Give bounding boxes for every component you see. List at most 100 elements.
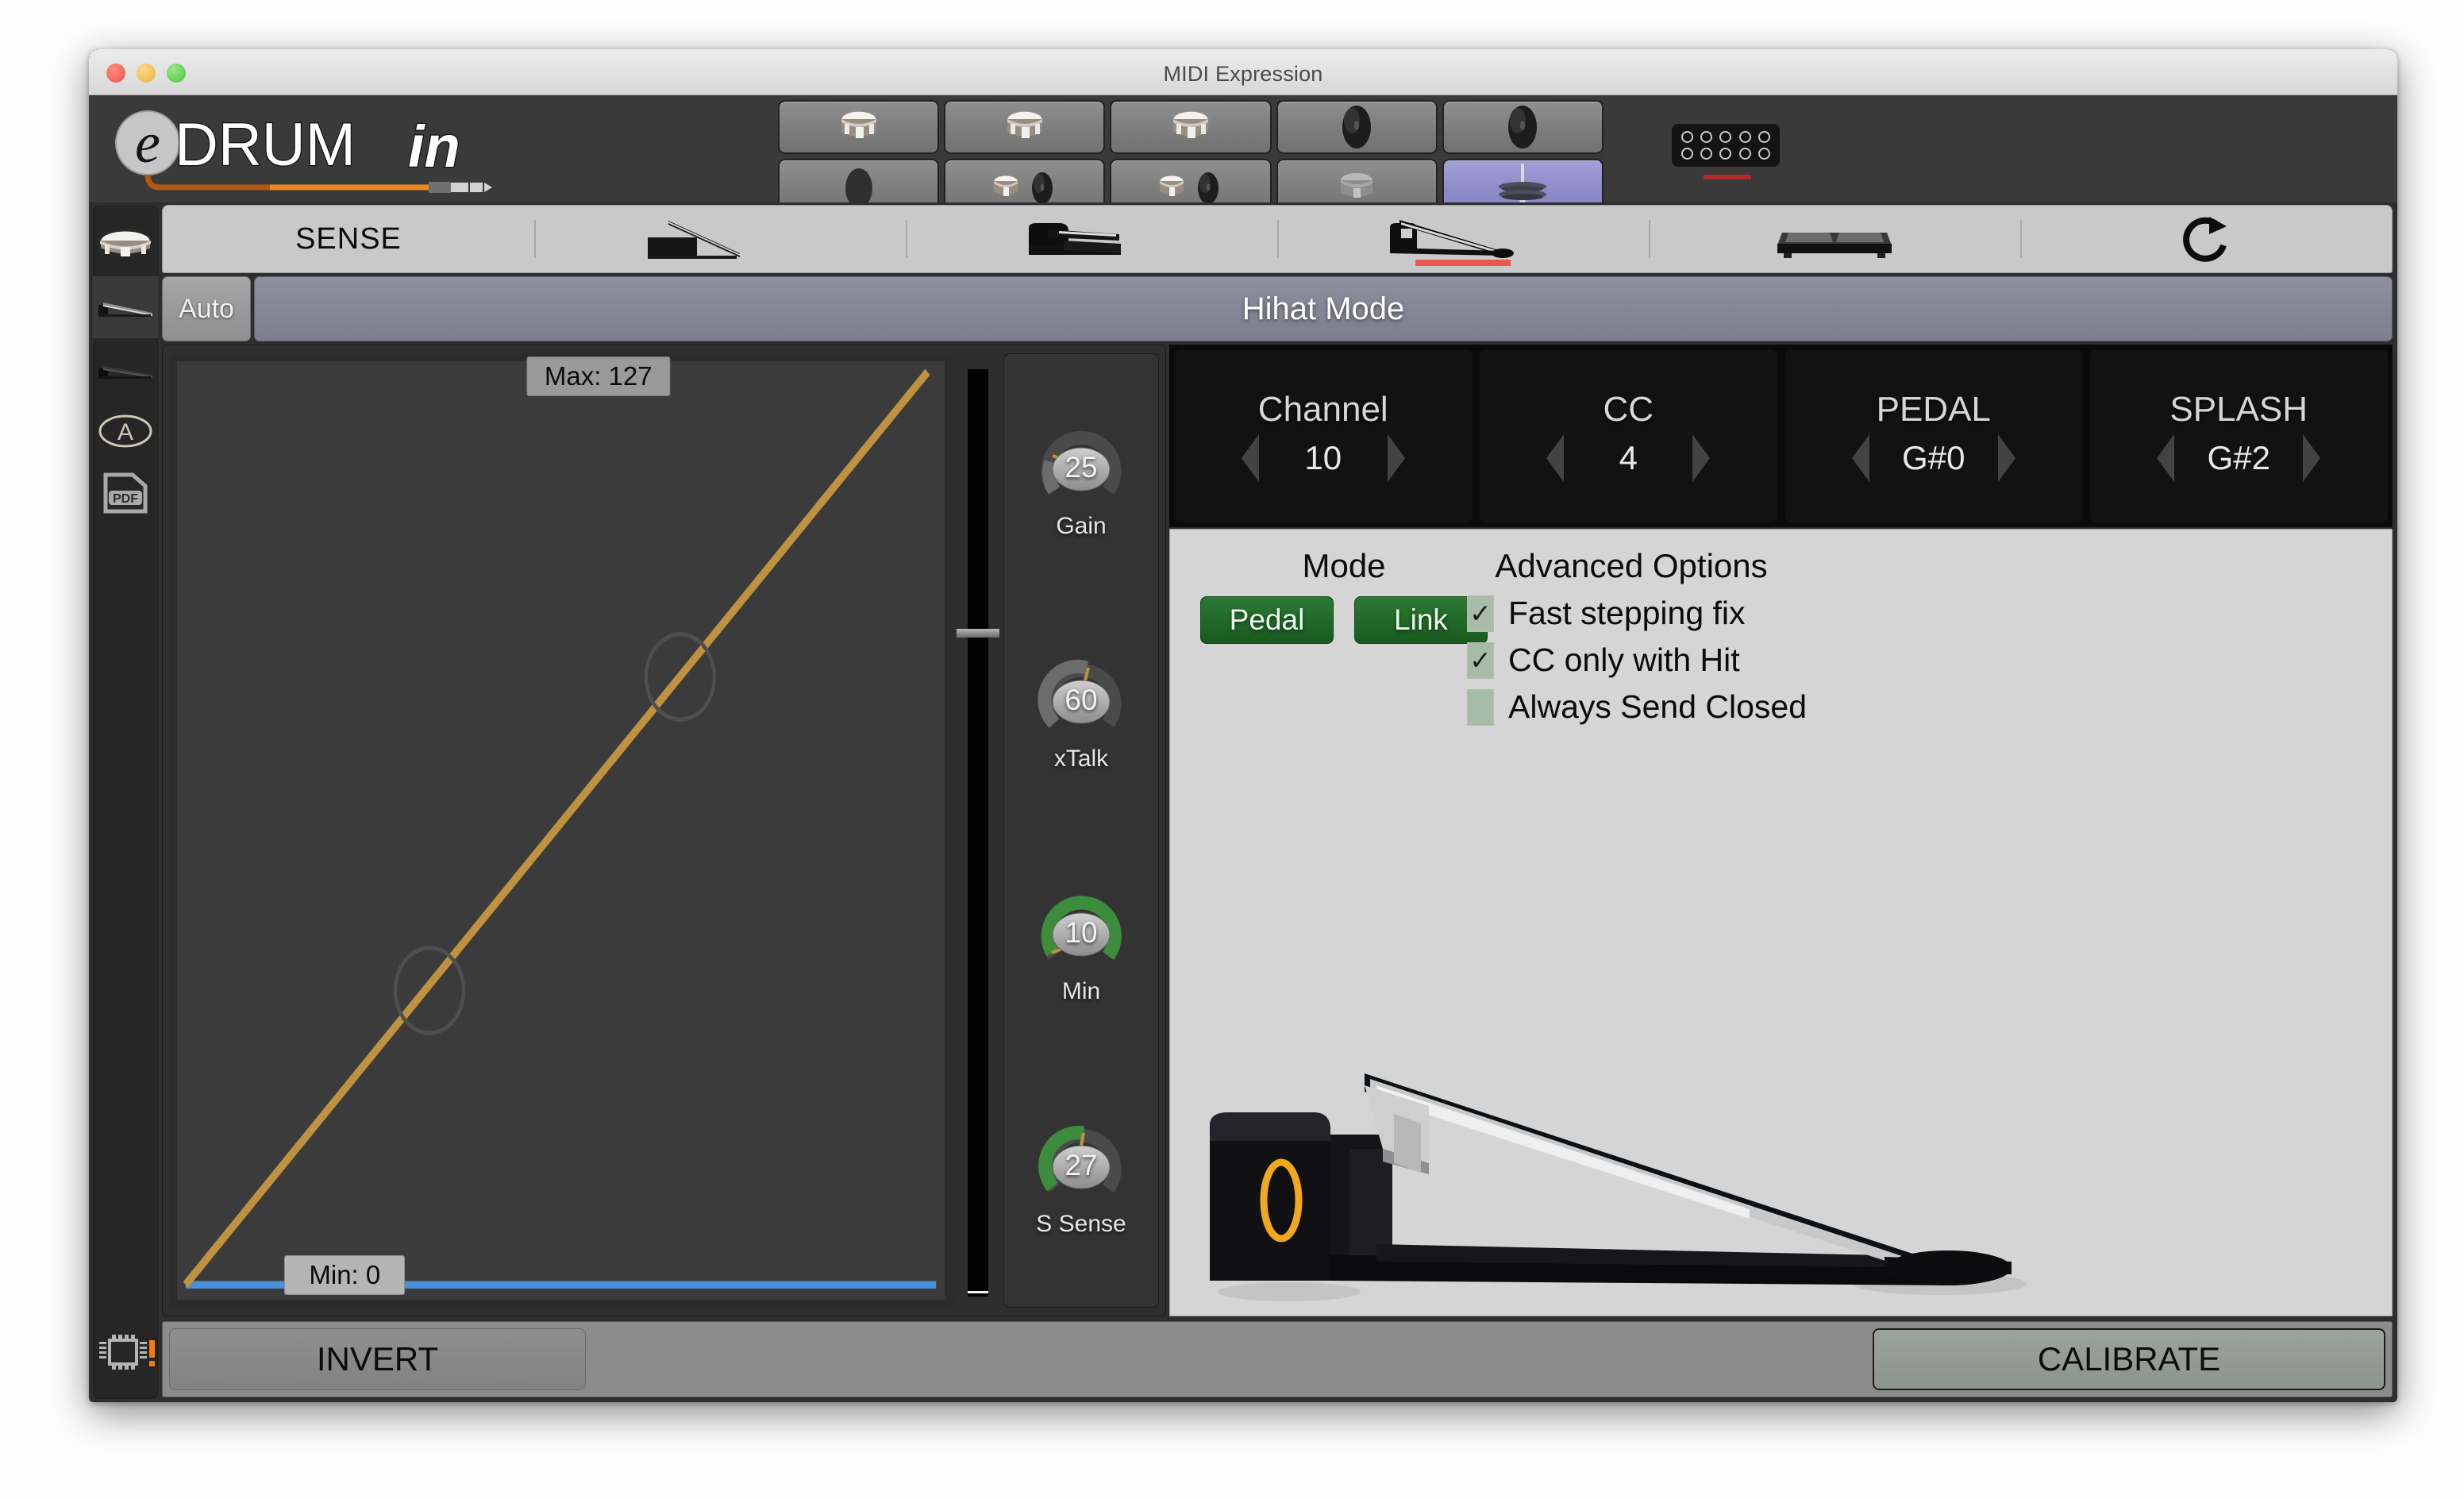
content-area: Max: 127 Min: 0 25 Gain 60 xTalk 10 Min … [162, 345, 2393, 1316]
gain-knob[interactable]: 25 Gain [1038, 424, 1125, 540]
midi-settings-row: Channel 10 CC 4 PEDAL G#0 SPLASH G#2 [1169, 345, 2393, 527]
pedal-decrement-arrow[interactable] [1851, 434, 1869, 482]
gain-knob-label: Gain [1056, 512, 1107, 539]
calibrate-button[interactable]: CALIBRATE [1873, 1328, 2385, 1390]
tab-switch[interactable] [1649, 206, 2020, 272]
channel-stepper[interactable]: Channel 10 [1174, 349, 1473, 522]
splash-stepper[interactable]: SPLASH G#2 [2089, 349, 2388, 522]
min-knob-dial[interactable] [1038, 889, 1125, 977]
led-status-bar [1704, 175, 1751, 179]
pad-1-drum[interactable] [778, 100, 940, 154]
pad-2-drum[interactable] [944, 100, 1106, 154]
pad-4-cymbal[interactable] [1276, 100, 1438, 154]
snare-drum-icon [1007, 110, 1043, 138]
tab-pedal-flat[interactable] [534, 206, 906, 272]
dual-switch-icon [1777, 233, 1892, 258]
curve-max-label[interactable]: Max: 127 [526, 356, 671, 396]
led-indicator [1700, 148, 1713, 160]
advanced-options-heading: Advanced Options [1495, 547, 1768, 584]
hihat-mode-title[interactable]: Hihat Mode [254, 276, 2393, 341]
sidebar-item-auto[interactable]: A [93, 400, 158, 462]
svg-text:A: A [117, 419, 133, 445]
pedal-icon [98, 366, 152, 379]
sense-tabstrip[interactable]: SENSE [162, 205, 2393, 273]
led-indicator [1681, 148, 1693, 160]
always-send-closed-label: Always Send Closed [1508, 688, 1808, 725]
cc-stepper[interactable]: CC 4 [1479, 349, 1777, 522]
tab-pedal-open[interactable] [1277, 206, 1649, 272]
pedal-open-icon [1390, 220, 1514, 258]
curve-plot [183, 368, 937, 1289]
hihat-pedal-illustration: 0 [1210, 1073, 2027, 1301]
svg-text:DRUM: DRUM [175, 111, 356, 179]
tab-refresh[interactable] [2020, 206, 2392, 272]
xtalk-knob-dial[interactable] [1038, 657, 1125, 744]
level-slider-track[interactable] [957, 369, 999, 1297]
channel-decrement-arrow[interactable] [1241, 434, 1259, 482]
always-send-closed-checkbox[interactable] [1467, 688, 1494, 726]
ssense-knob-dial[interactable] [1038, 1122, 1125, 1209]
level-slider[interactable] [957, 353, 999, 1308]
options-panel: Mode Pedal Link Advanced Options ✓ Fast … [1169, 529, 2393, 1316]
mode-section: Mode Pedal Link [1200, 547, 1488, 644]
circle-a-icon: A [98, 414, 152, 448]
channel-increment-arrow[interactable] [1387, 434, 1405, 482]
snare-drum-icon [98, 229, 152, 256]
channel-value: 10 [1304, 439, 1342, 476]
window-title: MIDI Expression [1163, 62, 1323, 86]
xtalk-knob[interactable]: 60 xTalk [1038, 657, 1125, 773]
mode-pedal-button[interactable]: Pedal [1200, 596, 1334, 644]
sidebar-item-firmware[interactable] [93, 1322, 158, 1384]
curve-min-label[interactable]: Min: 0 [284, 1255, 406, 1295]
pedal-icon [98, 302, 152, 317]
velocity-curve-graph[interactable]: Max: 127 Min: 0 [169, 353, 953, 1308]
led-indicator [1719, 148, 1732, 160]
option-always-send-closed[interactable]: Always Send Closed [1456, 688, 1807, 726]
left-sidebar: A PDF [89, 202, 160, 1402]
main-content: SENSE Auto Hihat Mode Max: 127 Min: 0 25… [160, 202, 2397, 1402]
splash-decrement-arrow[interactable] [2157, 434, 2175, 482]
pedal-increment-arrow[interactable] [1997, 434, 2015, 482]
cymbal-icon [1342, 106, 1372, 148]
pedal-title: PEDAL [1876, 390, 1991, 429]
led-indicator [1738, 148, 1751, 160]
sidebar-item-pedal-2[interactable] [93, 338, 158, 400]
level-slider-thumb[interactable] [957, 629, 999, 638]
ssense-knob[interactable]: 27 S Sense [1036, 1122, 1126, 1238]
advanced-options-section: Advanced Options Fast stepping fix CC on… [1456, 547, 1807, 726]
ssense-knob-label: S Sense [1036, 1210, 1126, 1237]
option-fast-stepping-fix[interactable]: Fast stepping fix [1456, 595, 1807, 632]
pedal-down-icon [1029, 223, 1121, 255]
led-indicator-panel [1672, 124, 1780, 167]
sidebar-item-drum[interactable] [93, 214, 158, 276]
cc-only-with-hit-label: CC only with Hit [1508, 642, 1740, 678]
option-cc-only-with-hit[interactable]: CC only with Hit [1456, 642, 1807, 679]
auto-button[interactable]: Auto [162, 276, 251, 341]
sidebar-item-pdf[interactable]: PDF [93, 462, 158, 524]
pad-5-cymbal[interactable] [1442, 100, 1604, 154]
cc-decrement-arrow[interactable] [1546, 434, 1565, 482]
tab-pedal-down[interactable] [906, 206, 1277, 272]
window-titlebar: MIDI Expression [89, 49, 2397, 95]
channel-title: Channel [1257, 390, 1388, 429]
fast-stepping-fix-checkbox[interactable] [1467, 595, 1494, 632]
gain-knob-dial[interactable] [1038, 424, 1125, 511]
tab-sense[interactable]: SENSE [163, 206, 534, 272]
sidebar-item-pedal-1[interactable] [93, 276, 158, 338]
curve-editor-panel: Max: 127 Min: 0 25 Gain 60 xTalk 10 Min … [162, 345, 1166, 1316]
cc-only-with-hit-checkbox[interactable] [1467, 642, 1494, 679]
cc-increment-arrow[interactable] [1692, 434, 1711, 482]
min-knob[interactable]: 10 Min [1038, 889, 1125, 1005]
splash-increment-arrow[interactable] [2303, 434, 2321, 482]
splash-title: SPLASH [2169, 390, 2308, 429]
pdf-label: PDF [113, 492, 138, 506]
tab-sense-label: SENSE [295, 222, 402, 256]
pad-selector-grid[interactable] [778, 100, 1604, 218]
invert-button[interactable]: INVERT [169, 1328, 586, 1390]
refresh-icon [2183, 217, 2227, 262]
app-body: A PDF SENSE Auto Hihat Mode Max: 127 Min… [89, 202, 2397, 1402]
pad-3-drum[interactable] [1110, 100, 1272, 154]
pedal-stepper[interactable]: PEDAL G#0 [1784, 349, 2083, 522]
svg-text:e: e [135, 111, 160, 175]
mode-heading: Mode [1302, 547, 1386, 584]
